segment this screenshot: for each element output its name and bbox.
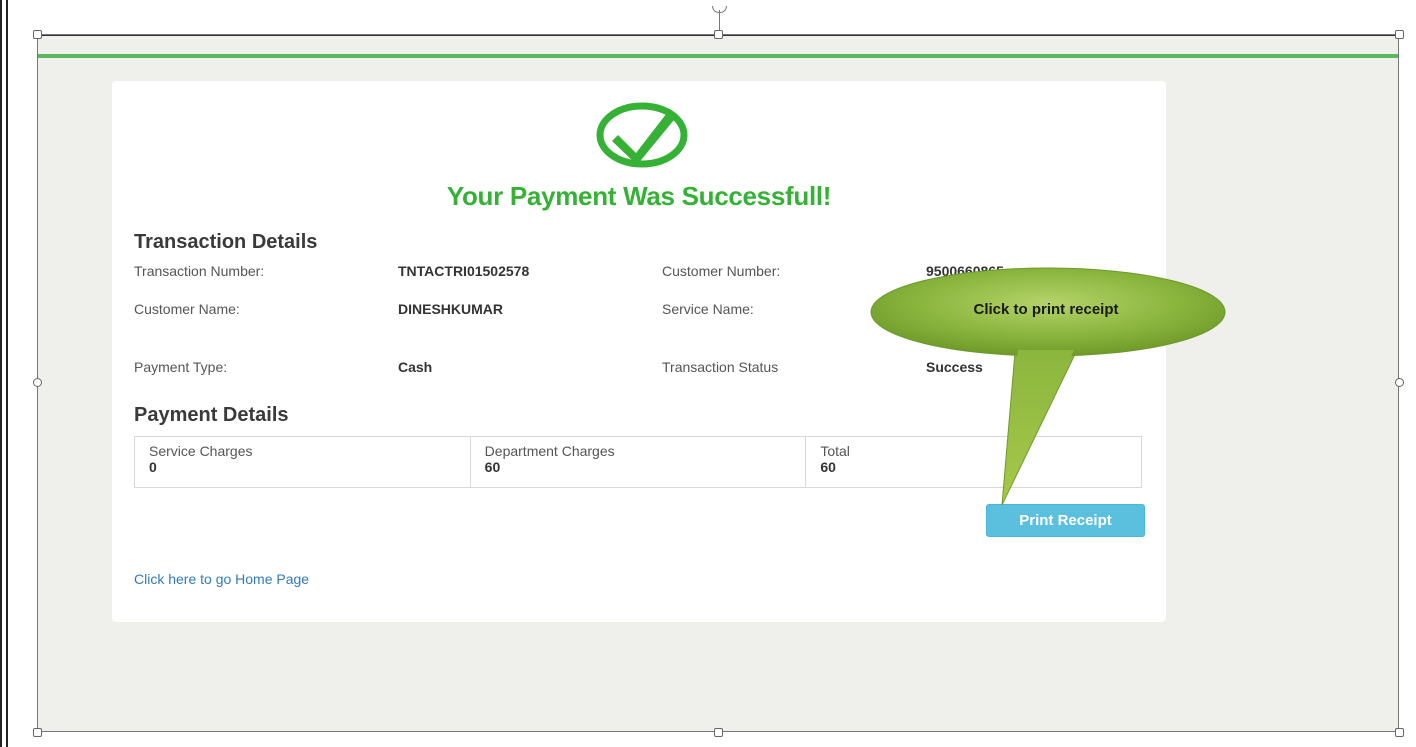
page-edge-line bbox=[0, 0, 2, 747]
resize-handle-left[interactable] bbox=[33, 378, 42, 387]
resize-handle-top-right[interactable] bbox=[1395, 30, 1404, 39]
resize-handle-top-left[interactable] bbox=[33, 30, 42, 39]
selection-frame bbox=[37, 34, 1399, 732]
rotate-handle-stem bbox=[719, 10, 720, 32]
document-canvas: Your Payment Was Successfull! Transactio… bbox=[0, 0, 1416, 747]
page-edge-line bbox=[6, 0, 8, 747]
resize-handle-bottom-left[interactable] bbox=[33, 728, 42, 737]
resize-handle-right[interactable] bbox=[1395, 378, 1404, 387]
resize-handle-bottom-right[interactable] bbox=[1395, 728, 1404, 737]
resize-handle-top[interactable] bbox=[714, 30, 723, 39]
resize-handle-bottom[interactable] bbox=[714, 728, 723, 737]
